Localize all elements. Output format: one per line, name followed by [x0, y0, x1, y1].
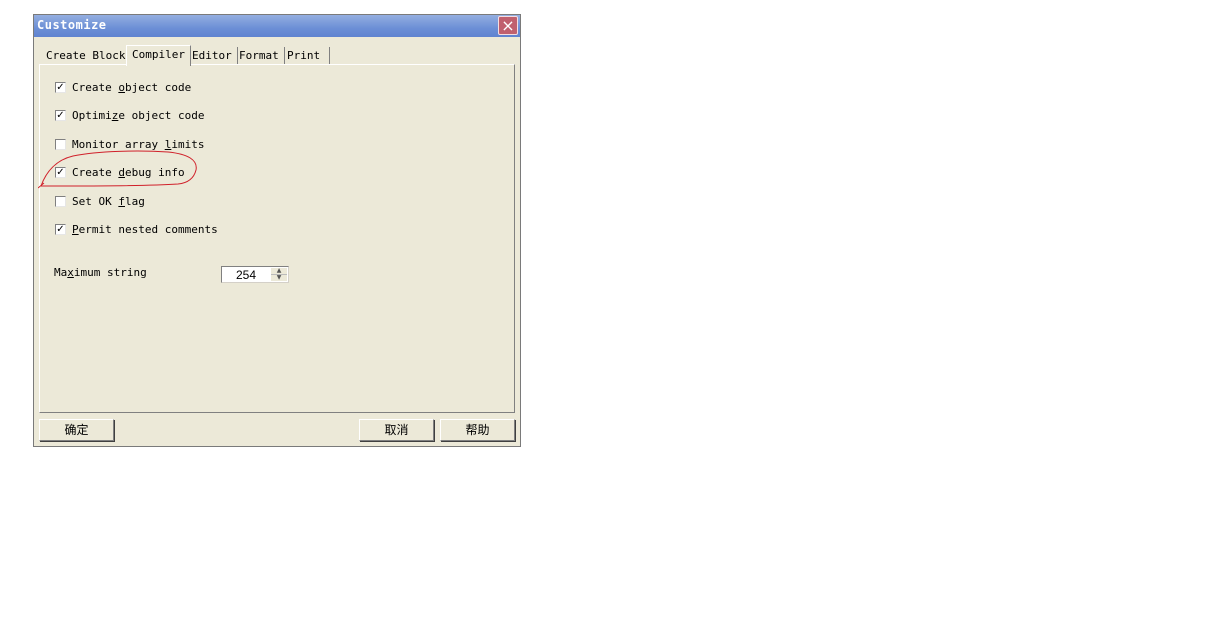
compiler-panel: ✓ Create object code ✓ Optimize object c… [39, 64, 515, 413]
checkbox[interactable]: ✓ [55, 109, 66, 121]
checkbox[interactable]: ✓ [55, 166, 66, 178]
checkbox[interactable] [55, 138, 66, 150]
checkbox[interactable]: ✓ [55, 81, 66, 93]
option-set-ok-flag[interactable]: Set OK flag [55, 193, 145, 209]
option-permit-nested-comments[interactable]: ✓ Permit nested comments [55, 221, 218, 237]
option-label: Optimize object code [72, 108, 205, 122]
check-icon: ✓ [56, 166, 65, 178]
tab-editor[interactable]: Editor [187, 47, 238, 64]
maximum-string-value[interactable]: 254 [236, 268, 256, 282]
help-button[interactable]: 帮助 [440, 419, 515, 441]
cancel-button[interactable]: 取消 [359, 419, 434, 441]
tab-format[interactable]: Format [234, 47, 285, 64]
ok-button[interactable]: 确定 [39, 419, 114, 441]
check-icon: ✓ [56, 109, 65, 121]
option-label: Create object code [72, 80, 192, 94]
checkbox[interactable]: ✓ [55, 223, 66, 235]
checkbox[interactable] [55, 195, 66, 207]
option-label: Create debug info [72, 165, 185, 179]
option-optimize-object-code[interactable]: ✓ Optimize object code [55, 107, 204, 123]
check-icon: ✓ [56, 81, 65, 93]
tab-compiler[interactable]: Compiler [126, 45, 191, 66]
maximum-string-label: Maximum string [54, 266, 147, 279]
option-create-debug-info[interactable]: ✓ Create debug info [55, 164, 185, 180]
option-label: Permit nested comments [72, 222, 218, 236]
option-monitor-array-limits[interactable]: Monitor array limits [55, 136, 204, 152]
spin-down-icon[interactable]: ▼ [271, 275, 287, 281]
close-icon: × [501, 16, 515, 35]
spinner-buttons: ▲ ▼ [271, 268, 287, 281]
check-icon: ✓ [56, 223, 65, 235]
option-label: Monitor array limits [72, 137, 205, 151]
tab-create-block[interactable]: Create Block [41, 47, 132, 64]
customize-dialog: Customize × Create Block Compiler Editor… [33, 14, 521, 447]
option-create-object-code[interactable]: ✓ Create object code [55, 79, 191, 95]
dialog-title: Customize [37, 18, 107, 32]
maximum-string-spinner[interactable]: 254 ▲ ▼ [221, 266, 289, 283]
title-bar[interactable]: Customize × [34, 15, 520, 37]
tab-print[interactable]: Print [282, 47, 330, 64]
close-button[interactable]: × [498, 16, 518, 35]
option-label: Set OK flag [72, 194, 145, 208]
